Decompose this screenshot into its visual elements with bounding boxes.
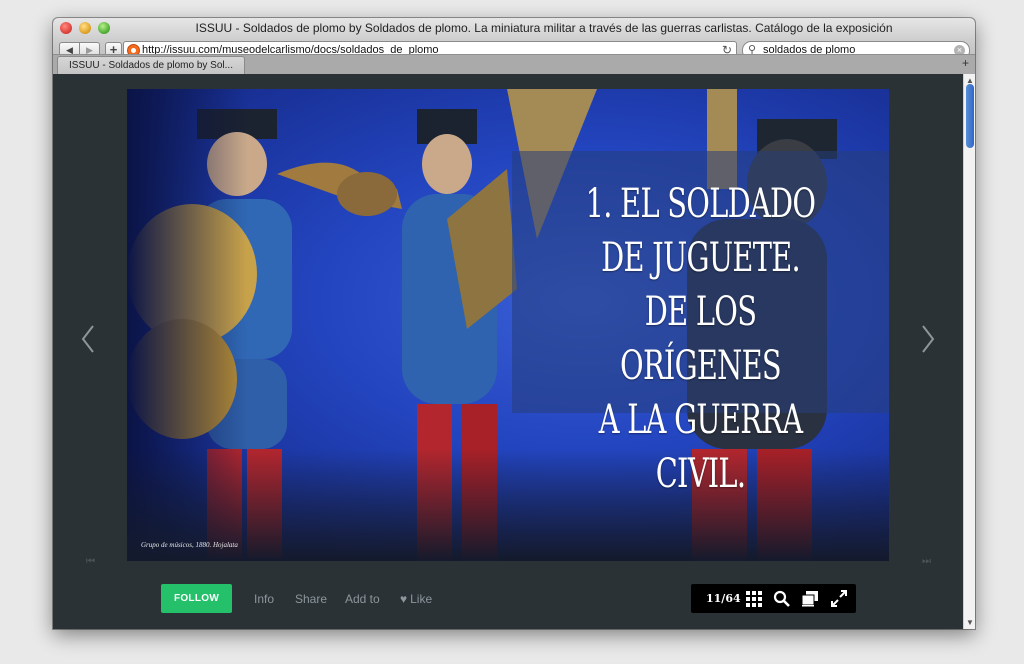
heart-icon: ♥	[400, 592, 408, 606]
page-indicator[interactable]: 11/64	[706, 584, 741, 613]
heading-line-2: DE JUGUETE.	[601, 235, 801, 281]
viewer-bottom-bar: FOLLOW Info Share Add to ♥ Like 11/64	[53, 584, 963, 626]
new-tab-button[interactable]: +	[962, 56, 969, 70]
heading-line-4: A LA GUERRA CIVIL.	[598, 397, 803, 497]
heading-line-1: 1. EL SOLDADO	[585, 181, 816, 227]
tab-issuu[interactable]: ISSUU - Soldados de plomo by Sol...	[57, 56, 245, 74]
like-label: Like	[410, 592, 433, 606]
vertical-scrollbar[interactable]: ▲ ▼	[963, 74, 975, 629]
zoom-window-button[interactable]	[98, 22, 110, 34]
chevron-right-icon[interactable]	[917, 324, 937, 354]
share-link[interactable]: Share	[295, 592, 327, 606]
heading-line-3: DE LOS ORÍGENES	[620, 289, 782, 389]
minimize-window-button[interactable]	[79, 22, 91, 34]
chapter-heading: 1. EL SOLDADO DE JUGUETE. DE LOS ORÍGENE…	[565, 177, 836, 501]
scroll-down-icon[interactable]: ▼	[966, 618, 974, 627]
last-page-icon[interactable]: ⏭	[922, 556, 931, 567]
close-window-button[interactable]	[60, 22, 72, 34]
search-icon[interactable]	[773, 590, 791, 607]
title-bar: ISSUU - Soldados de plomo by Soldados de…	[53, 18, 975, 39]
scroll-thumb[interactable]	[966, 84, 974, 148]
first-page-icon[interactable]: ⏮	[86, 556, 95, 567]
photo-caption: Grupo de músicos, 1880. Hojalata	[141, 541, 238, 549]
browser-window: ISSUU - Soldados de plomo by Soldados de…	[53, 18, 975, 629]
pages-icon[interactable]	[801, 590, 819, 607]
like-button[interactable]: ♥ Like	[400, 592, 432, 606]
follow-button[interactable]: FOLLOW	[161, 584, 232, 613]
issuu-viewer: ⏮ ⏭ 1. EL SOLDADO DE JUGUETE. DE LOS ORÍ…	[53, 74, 963, 629]
grid-icon[interactable]	[745, 590, 763, 607]
fullscreen-icon[interactable]	[830, 590, 848, 607]
publication-page: 1. EL SOLDADO DE JUGUETE. DE LOS ORÍGENE…	[127, 89, 889, 561]
tab-bar: ISSUU - Soldados de plomo by Sol... +	[53, 54, 975, 74]
info-link[interactable]: Info	[254, 592, 274, 606]
chevron-left-icon[interactable]	[79, 324, 99, 354]
add-to-link[interactable]: Add to	[345, 592, 380, 606]
window-title: ISSUU - Soldados de plomo by Soldados de…	[195, 21, 893, 35]
viewer-controls: 11/64	[691, 584, 856, 613]
